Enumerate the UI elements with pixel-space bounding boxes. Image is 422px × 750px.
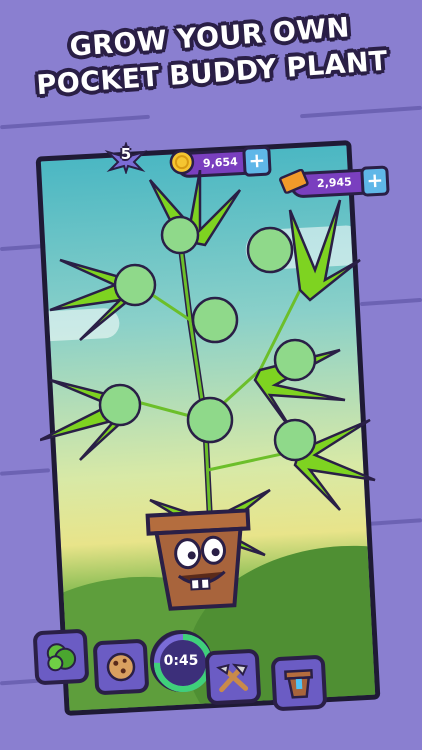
background-streak: [0, 114, 150, 130]
bud: [113, 263, 157, 307]
pot-shop-button[interactable]: [270, 654, 328, 712]
bud-shop-button[interactable]: [32, 628, 90, 686]
timer-value: 0:45: [163, 653, 199, 669]
bud: [98, 383, 142, 427]
pot-buddy[interactable]: [137, 502, 263, 618]
bud: [160, 215, 200, 255]
background-streak: [300, 105, 422, 119]
tools-button[interactable]: [204, 648, 262, 706]
food-button[interactable]: [92, 638, 150, 696]
bud: [273, 338, 317, 382]
bud: [186, 396, 234, 444]
tools-icon: [216, 663, 249, 693]
pot-icon: [284, 669, 314, 699]
background-streak: [0, 678, 41, 686]
level-badge: 5: [104, 142, 148, 174]
level-number: 5: [120, 145, 132, 163]
bud-icon: [46, 643, 77, 672]
coins-value: 9,654: [202, 155, 239, 171]
promo-headline: GROW YOUR OWN POCKET BUDDY PLANT: [0, 5, 422, 106]
bud: [273, 418, 317, 462]
grow-timer[interactable]: 0:45: [150, 630, 212, 692]
cookie-icon: [106, 652, 136, 682]
bud: [191, 296, 239, 344]
bud: [246, 226, 294, 274]
